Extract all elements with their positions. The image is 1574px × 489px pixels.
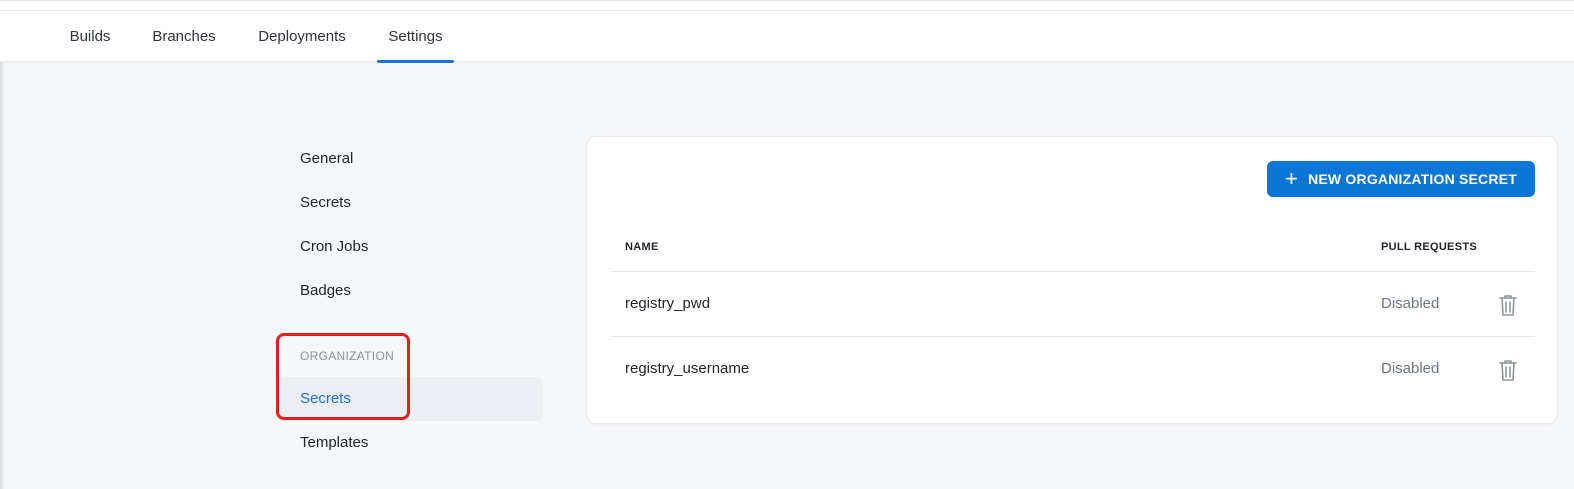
button-label: NEW ORGANIZATION SECRET <box>1308 171 1517 187</box>
column-header-name: NAME <box>625 241 659 253</box>
tab-label: Builds <box>69 28 111 45</box>
tab-bar: Builds Branches Deployments Settings <box>0 11 1574 63</box>
tab-label: Branches <box>152 28 216 45</box>
tab-settings[interactable]: Settings <box>377 11 454 63</box>
sidebar-item-general[interactable]: General <box>278 137 543 181</box>
sidebar-item-organization-secrets[interactable]: Secrets <box>278 377 543 421</box>
secret-name: registry_username <box>625 360 750 377</box>
sidebar-section-organization: ORGANIZATION <box>300 349 395 363</box>
tab-branches[interactable]: Branches <box>145 11 223 62</box>
trash-icon[interactable] <box>1497 358 1519 382</box>
organization-secrets-card: + NEW ORGANIZATION SECRET NAME PULL REQU… <box>586 136 1558 424</box>
plus-icon: + <box>1285 166 1299 191</box>
sidebar-item-label: Cron Jobs <box>300 238 369 255</box>
window-edge <box>0 0 4 489</box>
page: Builds Branches Deployments Settings Gen… <box>0 0 1574 489</box>
sidebar-item-label: Templates <box>300 434 369 451</box>
column-header-pull-requests: PULL REQUESTS <box>1381 241 1477 253</box>
header-strip <box>0 1 1574 11</box>
table-row: registry_pwd Disabled <box>611 272 1535 336</box>
secret-name: registry_pwd <box>625 295 711 312</box>
tab-deployments[interactable]: Deployments <box>250 11 354 62</box>
tab-label: Settings <box>388 28 443 45</box>
sidebar-item-label: Badges <box>300 282 351 299</box>
sidebar-item-secrets[interactable]: Secrets <box>278 181 543 225</box>
sidebar-item-label: Secrets <box>300 390 351 407</box>
pull-requests-status: Disabled <box>1381 295 1440 312</box>
sidebar-item-label: Secrets <box>300 194 351 211</box>
tab-builds[interactable]: Builds <box>62 11 118 62</box>
sidebar-item-badges[interactable]: Badges <box>278 269 543 313</box>
top-navigation: Builds Branches Deployments Settings <box>0 0 1574 63</box>
sidebar-item-templates[interactable]: Templates <box>278 421 543 465</box>
sidebar-item-cron-jobs[interactable]: Cron Jobs <box>278 225 543 269</box>
new-organization-secret-button[interactable]: + NEW ORGANIZATION SECRET <box>1267 161 1535 197</box>
trash-icon[interactable] <box>1497 293 1519 317</box>
table-row: registry_username Disabled <box>611 337 1535 401</box>
pull-requests-status: Disabled <box>1381 360 1440 377</box>
sidebar-item-label: General <box>300 150 354 167</box>
active-tab-indicator <box>377 60 454 63</box>
tab-label: Deployments <box>258 28 346 45</box>
